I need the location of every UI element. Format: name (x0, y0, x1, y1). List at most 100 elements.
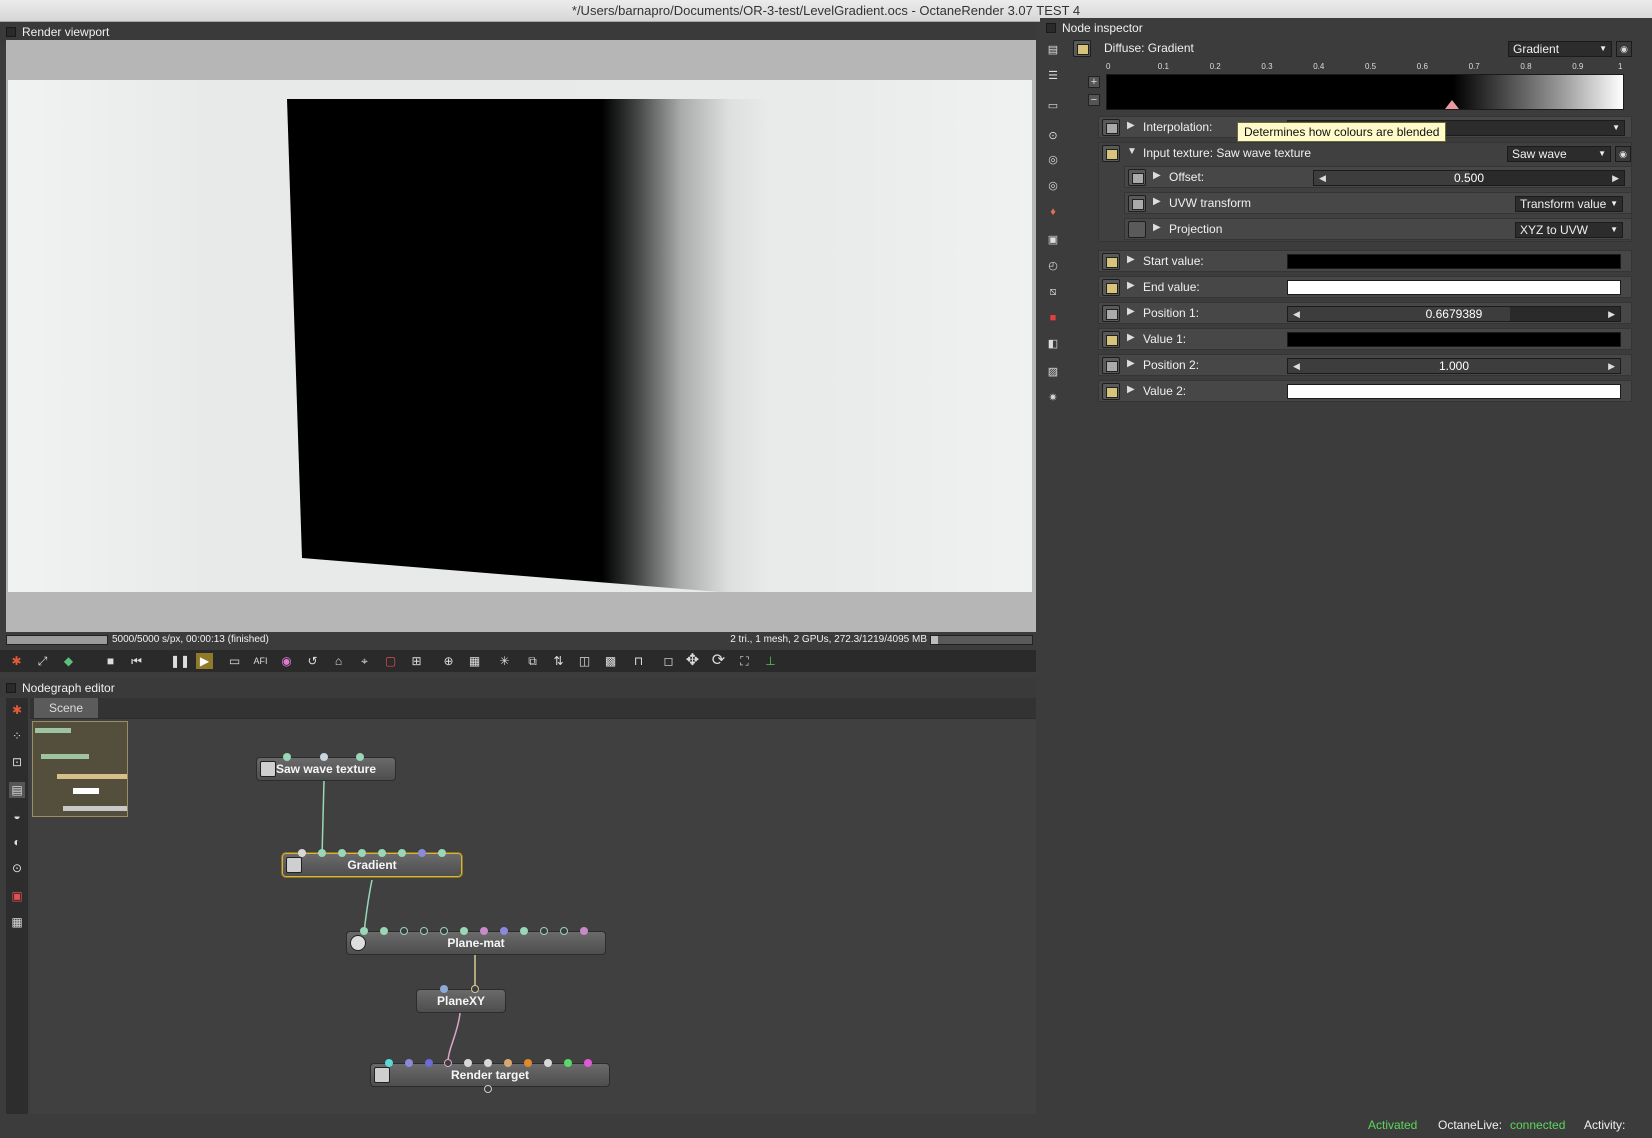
input-pin[interactable] (338, 849, 346, 857)
layers-icon[interactable]: ◫ (576, 653, 593, 669)
projection-icon[interactable] (1128, 221, 1146, 238)
color-wheel-icon[interactable]: ◉ (278, 653, 295, 669)
value-1-swatch[interactable] (1287, 332, 1621, 347)
node-render-target[interactable]: Render target (370, 1063, 610, 1087)
lock-open-icon[interactable]: ⊓ (630, 653, 647, 669)
input-pin[interactable] (560, 927, 568, 935)
pane-checkbox[interactable] (6, 683, 16, 693)
input-pin[interactable] (358, 849, 366, 857)
offset-slider[interactable]: ◀ 0.500 ▶ (1313, 170, 1625, 186)
tree-icon[interactable]: ⊡ (9, 754, 25, 770)
render-canvas[interactable] (8, 80, 1032, 592)
input-pin[interactable] (520, 927, 528, 935)
node-type-combo[interactable]: Gradient ▼ (1508, 41, 1612, 57)
input-pin[interactable] (460, 927, 468, 935)
input-pin[interactable] (425, 1059, 433, 1067)
input-pin[interactable] (360, 927, 368, 935)
input-pin[interactable] (378, 849, 386, 857)
light-icon[interactable]: ✷ (1045, 390, 1061, 406)
input-pin[interactable] (400, 927, 408, 935)
gradient-preview-bar[interactable] (1106, 74, 1624, 110)
input-pin[interactable] (544, 1059, 552, 1067)
axis-icon[interactable]: ⊥ (762, 653, 779, 669)
environment-icon[interactable]: ◎ (1045, 152, 1061, 168)
transform-icon[interactable] (1128, 195, 1146, 212)
image-icon[interactable]: ▭ (1045, 98, 1061, 114)
collapse-icon[interactable]: ☰ (1045, 68, 1061, 84)
kernel-icon[interactable]: ◎ (1045, 178, 1061, 194)
input-pin[interactable] (283, 753, 291, 761)
output-pin[interactable] (484, 1085, 492, 1093)
input-pin[interactable] (480, 927, 488, 935)
af-icon[interactable]: AFI (252, 653, 269, 669)
rotate-icon[interactable]: ⟳ (710, 653, 727, 669)
node-planexy[interactable]: PlaneXY (416, 989, 506, 1013)
input-pin[interactable] (580, 927, 588, 935)
render-viewport[interactable] (6, 40, 1036, 632)
input-pin[interactable] (504, 1059, 512, 1067)
float-icon[interactable] (1128, 169, 1146, 186)
input-pin[interactable] (318, 849, 326, 857)
clock-icon[interactable]: ◴ (1045, 258, 1061, 274)
add-stop-icon[interactable]: + (1088, 76, 1100, 88)
camera-reset-icon[interactable]: ⤢ (34, 653, 51, 669)
region-icon[interactable]: ⌂ (330, 653, 347, 669)
film-region-icon[interactable]: ⊞ (408, 653, 425, 669)
input-texture-combo[interactable]: Saw wave ▼ (1507, 146, 1611, 162)
input-pin[interactable] (584, 1059, 592, 1067)
input-pin[interactable] (320, 753, 328, 761)
node-saw-wave-texture[interactable]: Saw wave texture (256, 757, 396, 781)
remove-stop-icon[interactable]: − (1088, 94, 1100, 106)
loading-icon[interactable]: ✳ (496, 653, 513, 669)
input-pin[interactable] (356, 753, 364, 761)
expand-arrow-icon[interactable]: ▶ (1127, 384, 1135, 395)
camera-icon[interactable]: ⊙ (9, 860, 25, 876)
restart-icon[interactable]: ⏮ (128, 653, 145, 669)
float-icon[interactable] (1102, 357, 1120, 374)
pause-icon[interactable]: ❚❚ (170, 653, 190, 669)
input-pin[interactable] (380, 927, 388, 935)
input-pin[interactable] (298, 849, 306, 857)
input-pin[interactable] (438, 849, 446, 857)
pane-checkbox[interactable] (6, 27, 16, 37)
input-pin[interactable] (471, 985, 479, 993)
input-pin[interactable] (524, 1059, 532, 1067)
upload-icon[interactable]: ⇅ (550, 653, 567, 669)
stop-icon[interactable]: ■ (102, 653, 119, 669)
tab-scene[interactable]: Scene (34, 698, 98, 718)
cube-color-icon[interactable]: ◆ (60, 653, 77, 669)
expand-arrow-icon[interactable]: ▶ (1127, 254, 1135, 265)
monitor-icon[interactable]: ▭ (226, 653, 243, 669)
texture-icon[interactable]: ◒ (9, 808, 25, 824)
start-value-swatch[interactable] (1287, 254, 1621, 269)
expand-arrow-icon[interactable]: ▶ (1127, 306, 1135, 317)
nodegraph-canvas[interactable]: Saw wave texture Gradient Plane-mat Plan… (30, 718, 1036, 1114)
input-pin[interactable] (385, 1059, 393, 1067)
value-2-swatch[interactable] (1287, 384, 1621, 399)
expand-arrow-icon[interactable]: ▶ (1127, 120, 1135, 131)
projection-combo[interactable]: XYZ to UVW ▼ (1515, 222, 1623, 238)
graph-icon[interactable]: ⧅ (1045, 284, 1061, 300)
picker-icon[interactable]: ⌖ (356, 653, 373, 669)
texture-icon[interactable] (1102, 279, 1120, 296)
texture-icon[interactable] (1102, 145, 1120, 162)
eye-icon[interactable]: ◉ (1615, 146, 1631, 162)
gradient-stop-marker[interactable] (1445, 100, 1460, 109)
play-icon[interactable]: ▶ (196, 653, 213, 669)
input-pin[interactable] (440, 985, 448, 993)
node-gradient[interactable]: Gradient (282, 853, 462, 877)
texture-icon[interactable] (1102, 253, 1120, 270)
material-icon[interactable]: ▤ (9, 782, 25, 798)
texture-icon[interactable] (1102, 331, 1120, 348)
texture-icon[interactable] (1102, 383, 1120, 400)
input-pin[interactable] (440, 927, 448, 935)
input-pin[interactable] (420, 927, 428, 935)
float-icon[interactable] (1102, 305, 1120, 322)
cube-icon[interactable]: ◻ (660, 653, 677, 669)
texture-type-icon[interactable] (1073, 40, 1091, 57)
fullscreen-icon[interactable]: ⛶ (736, 653, 753, 669)
zoom-icon[interactable]: ⊕ (440, 653, 457, 669)
pane-checkbox[interactable] (1046, 23, 1056, 33)
expand-arrow-icon[interactable]: ▶ (1153, 222, 1161, 233)
input-pin[interactable] (540, 927, 548, 935)
